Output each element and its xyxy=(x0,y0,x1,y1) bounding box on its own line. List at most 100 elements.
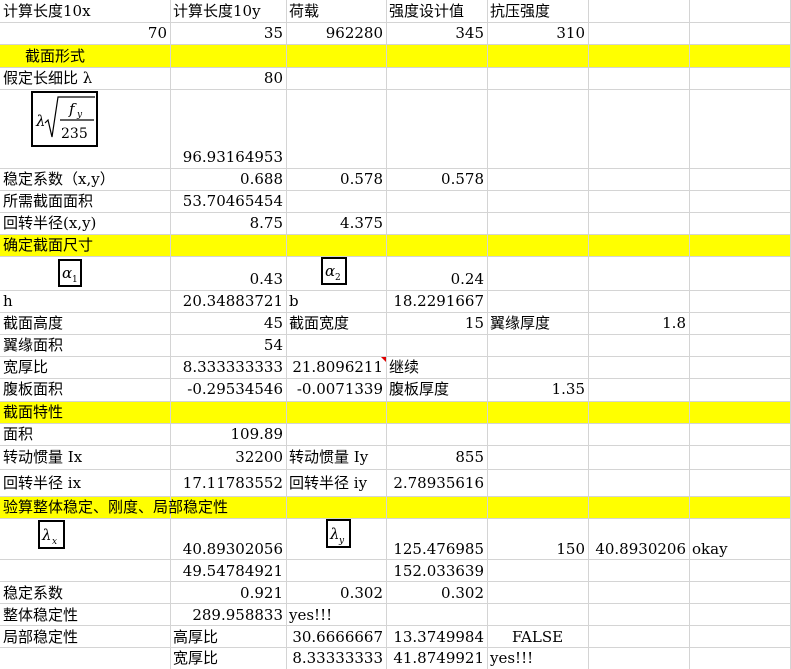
gridline xyxy=(0,518,791,519)
alpha2-subscript: 2 xyxy=(335,273,341,283)
cell-d14[interactable]: 继续 xyxy=(386,356,487,378)
cell-d18[interactable]: 855 xyxy=(386,446,487,468)
formula-lambda-sqrt-fy-235: λ f y 235 xyxy=(31,91,98,147)
cell-b26[interactable]: 宽厚比 xyxy=(170,647,286,669)
cell-a15[interactable]: 腹板面积 xyxy=(0,378,170,400)
formula-alpha-2: α 2 xyxy=(321,257,347,285)
cell-c12[interactable]: 截面宽度 xyxy=(286,312,386,334)
cell-a17[interactable]: 面积 xyxy=(0,423,170,445)
formula-lambda: λ xyxy=(35,112,46,130)
cell-a13[interactable]: 翼缘面积 xyxy=(0,334,170,356)
cell-b18[interactable]: 32200 xyxy=(170,446,286,468)
cell-d1[interactable]: 强度设计值 xyxy=(386,0,487,22)
cell-c15[interactable]: -0.0071339 xyxy=(286,378,386,400)
cell-a14[interactable]: 宽厚比 xyxy=(0,356,170,378)
comment-indicator[interactable] xyxy=(381,357,386,362)
cell-b8[interactable]: 8.75 xyxy=(170,212,286,234)
cell-a2[interactable]: 70 xyxy=(0,22,170,44)
alpha2-symbol: α xyxy=(325,262,335,280)
cell-a11[interactable]: h xyxy=(0,290,170,312)
lambda-x-subscript: x xyxy=(52,537,57,547)
cell-b5[interactable]: 96.93164953 xyxy=(170,146,286,168)
cell-a18[interactable]: 转动惯量 Ix xyxy=(0,446,170,468)
cell-d6[interactable]: 0.578 xyxy=(386,168,487,190)
cell-b12[interactable]: 45 xyxy=(170,312,286,334)
cell-b2[interactable]: 35 xyxy=(170,22,286,44)
cell-e1[interactable]: 抗压强度 xyxy=(487,0,588,22)
cell-f12[interactable]: 1.8 xyxy=(588,312,689,334)
cell-a12[interactable]: 截面高度 xyxy=(0,312,170,334)
formula-lambda-x: λ x xyxy=(38,520,65,549)
cell-e12[interactable]: 翼缘厚度 xyxy=(487,312,588,334)
lambda-y-subscript: y xyxy=(338,536,345,546)
cell-d23[interactable]: 0.302 xyxy=(386,582,487,604)
cell-c8[interactable]: 4.375 xyxy=(286,212,386,234)
section-title-section-size[interactable]: 确定截面尺寸 xyxy=(0,234,220,256)
cell-f21[interactable]: 40.8930206 xyxy=(588,538,689,560)
cell-e25[interactable]: FALSE xyxy=(487,626,588,648)
cell-a8[interactable]: 回转半径(x,y) xyxy=(0,212,170,234)
cell-c6[interactable]: 0.578 xyxy=(286,168,386,190)
formula-f: f xyxy=(68,100,77,118)
cell-b21[interactable]: 40.89302056 xyxy=(170,538,286,560)
cell-a1[interactable]: 计算长度10x xyxy=(0,0,170,22)
cell-b23[interactable]: 0.921 xyxy=(170,582,286,604)
cell-c1[interactable]: 荷载 xyxy=(286,0,386,22)
alpha1-symbol: α xyxy=(62,264,72,282)
cell-b14[interactable]: 8.333333333 xyxy=(170,356,286,378)
cell-c24[interactable]: yes!!! xyxy=(286,604,386,626)
cell-b4[interactable]: 80 xyxy=(170,67,286,89)
cell-b11[interactable]: 20.34883721 xyxy=(170,290,286,312)
cell-c23[interactable]: 0.302 xyxy=(286,582,386,604)
section-title-section-form[interactable]: 截面形式 xyxy=(22,45,222,67)
cell-a24[interactable]: 整体稳定性 xyxy=(0,604,170,626)
cell-b13[interactable]: 54 xyxy=(170,334,286,356)
cell-b24[interactable]: 289.958833 xyxy=(170,604,286,626)
section-title-section-props[interactable]: 截面特性 xyxy=(0,401,220,423)
cell-c2[interactable]: 962280 xyxy=(286,22,386,44)
cell-d21[interactable]: 125.476985 xyxy=(386,538,487,560)
lambda-x-symbol: λ xyxy=(41,526,52,544)
cell-a19[interactable]: 回转半径 ix xyxy=(0,472,170,494)
cell-a7[interactable]: 所需截面面积 xyxy=(0,190,170,212)
formula-alpha-1: α 1 xyxy=(58,259,82,287)
cell-d22[interactable]: 152.033639 xyxy=(386,560,487,582)
cell-a23[interactable]: 稳定系数 xyxy=(0,582,170,604)
cell-e2[interactable]: 310 xyxy=(487,22,588,44)
cell-a25[interactable]: 局部稳定性 xyxy=(0,626,170,648)
cell-b1[interactable]: 计算长度10y xyxy=(170,0,286,22)
cell-g21[interactable]: okay xyxy=(689,538,790,560)
cell-d19[interactable]: 2.78935616 xyxy=(386,472,487,494)
cell-b22[interactable]: 49.54784921 xyxy=(170,560,286,582)
cell-c11[interactable]: b xyxy=(286,290,386,312)
cell-e15[interactable]: 1.35 xyxy=(487,378,588,400)
cell-c18[interactable]: 转动惯量 Iy xyxy=(286,446,386,468)
formula-y: y xyxy=(76,110,83,120)
cell-b7[interactable]: 53.70465454 xyxy=(170,190,286,212)
cell-b17[interactable]: 109.89 xyxy=(170,423,286,445)
cell-c19[interactable]: 回转半径 iy xyxy=(286,472,386,494)
section-title-verify[interactable]: 验算整体稳定、刚度、局部稳定性 xyxy=(0,496,320,518)
cell-a6[interactable]: 稳定系数（x,y） xyxy=(0,168,170,190)
cell-c14[interactable]: 21.8096211 xyxy=(286,356,386,378)
cell-d25[interactable]: 13.3749984 xyxy=(386,626,487,648)
cell-d26[interactable]: 41.8749921 xyxy=(386,647,487,669)
cell-d10[interactable]: 0.24 xyxy=(386,268,487,290)
cell-b6[interactable]: 0.688 xyxy=(170,168,286,190)
cell-b25[interactable]: 高厚比 xyxy=(170,626,286,648)
formula-denominator: 235 xyxy=(61,126,88,142)
cell-d15[interactable]: 腹板厚度 xyxy=(386,378,487,400)
cell-d2[interactable]: 345 xyxy=(386,22,487,44)
cell-d12[interactable]: 15 xyxy=(386,312,487,334)
cell-b15[interactable]: -0.29534546 xyxy=(170,378,286,400)
cell-c25[interactable]: 30.6666667 xyxy=(286,626,386,648)
cell-c26[interactable]: 8.33333333 xyxy=(286,647,386,669)
cell-b10[interactable]: 0.43 xyxy=(170,268,286,290)
lambda-y-symbol: λ xyxy=(329,525,340,543)
cell-e21[interactable]: 150 xyxy=(487,538,588,560)
cell-e26[interactable]: yes!!! xyxy=(487,647,588,669)
cell-d11[interactable]: 18.2291667 xyxy=(386,290,487,312)
cell-b19[interactable]: 17.11783552 xyxy=(170,472,286,494)
cell-a4[interactable]: 假定长细比 λ xyxy=(0,67,170,89)
alpha1-subscript: 1 xyxy=(72,275,78,285)
